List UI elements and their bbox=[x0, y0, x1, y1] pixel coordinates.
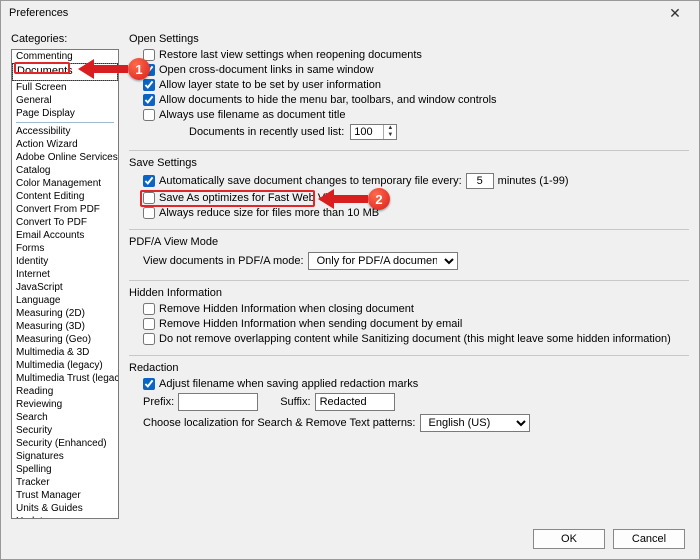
recent-input[interactable] bbox=[351, 125, 383, 139]
sidebar-item-action-wizard[interactable]: Action Wizard bbox=[12, 138, 118, 151]
filename-label: Always use filename as document title bbox=[159, 109, 345, 121]
sidebar-item-identity[interactable]: Identity bbox=[12, 255, 118, 268]
sidebar-item-multimedia-3d[interactable]: Multimedia & 3D bbox=[12, 346, 118, 359]
spinner-down-icon[interactable]: ▼ bbox=[384, 132, 396, 139]
sidebar-item-units-guides[interactable]: Units & Guides bbox=[12, 502, 118, 515]
category-divider bbox=[16, 122, 114, 123]
prefix-input[interactable] bbox=[178, 393, 258, 411]
suffix-label: Suffix: bbox=[280, 396, 310, 408]
reduce-checkbox[interactable] bbox=[143, 207, 155, 219]
sidebar-item-updater[interactable]: Updater bbox=[12, 515, 118, 519]
sidebar-item-general[interactable]: General bbox=[12, 94, 118, 107]
sanitize-checkbox[interactable] bbox=[143, 333, 155, 345]
restore-label: Restore last view settings when reopenin… bbox=[159, 49, 422, 61]
open-settings-title: Open Settings bbox=[129, 33, 689, 45]
sidebar-item-page-display[interactable]: Page Display bbox=[12, 107, 118, 120]
fastweb-checkbox[interactable] bbox=[143, 192, 155, 204]
divider bbox=[129, 280, 689, 281]
sidebar-item-trust-manager[interactable]: Trust Manager bbox=[12, 489, 118, 502]
sidebar-item-commenting[interactable]: Commenting bbox=[12, 50, 118, 63]
sidebar-item-measuring-2d-[interactable]: Measuring (2D) bbox=[12, 307, 118, 320]
hidden-title: Hidden Information bbox=[129, 287, 689, 299]
crossdoc-label: Open cross-document links in same window bbox=[159, 64, 374, 76]
pdfa-label: View documents in PDF/A mode: bbox=[143, 255, 304, 267]
reduce-label: Always reduce size for files more than 1… bbox=[159, 207, 379, 219]
sidebar-item-content-editing[interactable]: Content Editing bbox=[12, 190, 118, 203]
hidemenu-label: Allow documents to hide the menu bar, to… bbox=[159, 94, 497, 106]
sidebar-item-forms[interactable]: Forms bbox=[12, 242, 118, 255]
sidebar-item-search[interactable]: Search bbox=[12, 411, 118, 424]
sidebar-item-measuring-3d-[interactable]: Measuring (3D) bbox=[12, 320, 118, 333]
hideclose-label: Remove Hidden Information when closing d… bbox=[159, 303, 414, 315]
filename-checkbox[interactable] bbox=[143, 109, 155, 121]
sidebar-item-internet[interactable]: Internet bbox=[12, 268, 118, 281]
sidebar-item-javascript[interactable]: JavaScript bbox=[12, 281, 118, 294]
pdfa-title: PDF/A View Mode bbox=[129, 236, 689, 248]
sidebar-item-color-management[interactable]: Color Management bbox=[12, 177, 118, 190]
sidebar-item-measuring-geo-[interactable]: Measuring (Geo) bbox=[12, 333, 118, 346]
hideclose-checkbox[interactable] bbox=[143, 303, 155, 315]
hideemail-label: Remove Hidden Information when sending d… bbox=[159, 318, 462, 330]
sidebar-item-email-accounts[interactable]: Email Accounts bbox=[12, 229, 118, 242]
divider bbox=[129, 150, 689, 151]
save-settings-title: Save Settings bbox=[129, 157, 689, 169]
window-title: Preferences bbox=[9, 7, 68, 19]
sanitize-label: Do not remove overlapping content while … bbox=[159, 333, 671, 345]
sidebar-item-language[interactable]: Language bbox=[12, 294, 118, 307]
titlebar: Preferences ✕ bbox=[1, 1, 699, 25]
autosave-unit: minutes (1-99) bbox=[498, 175, 569, 187]
autosave-checkbox[interactable] bbox=[143, 175, 155, 187]
sidebar-item-multimedia-legacy-[interactable]: Multimedia (legacy) bbox=[12, 359, 118, 372]
layer-checkbox[interactable] bbox=[143, 79, 155, 91]
ok-button[interactable]: OK bbox=[533, 529, 605, 549]
categories-label: Categories: bbox=[11, 33, 119, 45]
sidebar-item-convert-from-pdf[interactable]: Convert From PDF bbox=[12, 203, 118, 216]
sidebar-item-multimedia-trust-legacy-[interactable]: Multimedia Trust (legacy) bbox=[12, 372, 118, 385]
sidebar-item-convert-to-pdf[interactable]: Convert To PDF bbox=[12, 216, 118, 229]
sidebar-item-catalog[interactable]: Catalog bbox=[12, 164, 118, 177]
sidebar-item-documents[interactable]: Documents bbox=[12, 63, 118, 81]
sidebar-item-accessibility[interactable]: Accessibility bbox=[12, 125, 118, 138]
autosave-label: Automatically save document changes to t… bbox=[159, 175, 462, 187]
locale-label: Choose localization for Search & Remove … bbox=[143, 417, 416, 429]
settings-panel: Open Settings Restore last view settings… bbox=[129, 33, 689, 519]
fastweb-label: Save As optimizes for Fast Web View bbox=[159, 192, 341, 204]
divider bbox=[129, 355, 689, 356]
sidebar-item-security-enhanced-[interactable]: Security (Enhanced) bbox=[12, 437, 118, 450]
hideemail-checkbox[interactable] bbox=[143, 318, 155, 330]
sidebar-item-spelling[interactable]: Spelling bbox=[12, 463, 118, 476]
sidebar-item-reviewing[interactable]: Reviewing bbox=[12, 398, 118, 411]
sidebar-item-reading[interactable]: Reading bbox=[12, 385, 118, 398]
categories-list[interactable]: CommentingDocumentsFull ScreenGeneralPag… bbox=[11, 49, 119, 519]
locale-select[interactable]: English (US) bbox=[420, 414, 530, 432]
autosave-value[interactable] bbox=[466, 173, 494, 189]
spinner-up-icon[interactable]: ▲ bbox=[384, 125, 396, 132]
restore-checkbox[interactable] bbox=[143, 49, 155, 61]
sidebar-item-adobe-online-services[interactable]: Adobe Online Services bbox=[12, 151, 118, 164]
redact-title: Redaction bbox=[129, 362, 689, 374]
recent-spinner[interactable]: ▲▼ bbox=[350, 124, 397, 140]
crossdoc-checkbox[interactable] bbox=[143, 64, 155, 76]
layer-label: Allow layer state to be set by user info… bbox=[159, 79, 381, 91]
sidebar-item-security[interactable]: Security bbox=[12, 424, 118, 437]
divider bbox=[129, 229, 689, 230]
adjust-checkbox[interactable] bbox=[143, 378, 155, 390]
close-icon[interactable]: ✕ bbox=[659, 5, 691, 22]
adjust-label: Adjust filename when saving applied reda… bbox=[159, 378, 418, 390]
pdfa-select[interactable]: Only for PDF/A documents bbox=[308, 252, 458, 270]
sidebar-item-signatures[interactable]: Signatures bbox=[12, 450, 118, 463]
cancel-button[interactable]: Cancel bbox=[613, 529, 685, 549]
recent-label: Documents in recently used list: bbox=[189, 126, 344, 138]
suffix-input[interactable] bbox=[315, 393, 395, 411]
prefix-label: Prefix: bbox=[143, 396, 174, 408]
sidebar-item-tracker[interactable]: Tracker bbox=[12, 476, 118, 489]
hidemenu-checkbox[interactable] bbox=[143, 94, 155, 106]
sidebar-item-full-screen[interactable]: Full Screen bbox=[12, 81, 118, 94]
